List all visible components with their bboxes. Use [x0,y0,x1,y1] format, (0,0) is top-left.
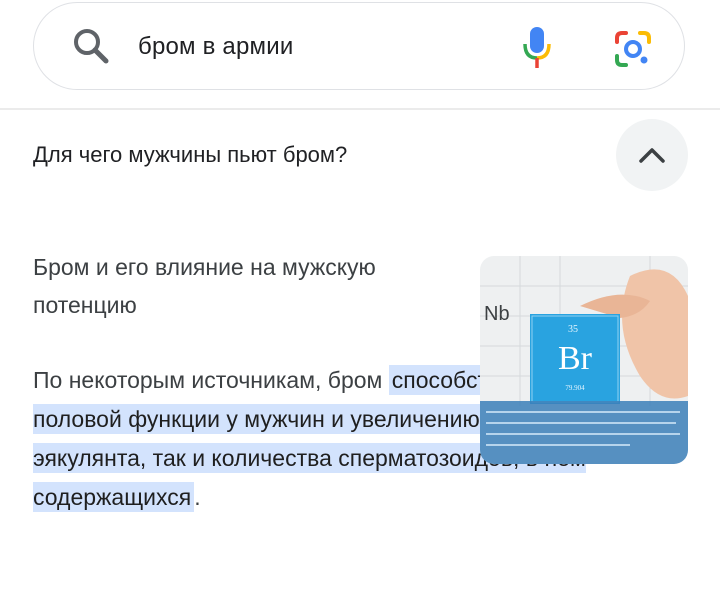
question-heading[interactable]: Для чего мужчины пьют бром? [33,142,347,168]
bromine-element-image: 35 Br 79.904 Nb [480,256,688,464]
answer-title: Бром и его влияние на мужскую потенцию [33,254,376,318]
chevron-up-icon [639,148,665,163]
corner-label: Nb [484,303,510,325]
answer-thumbnail[interactable]: 35 Br 79.904 Nb [480,256,688,464]
answer-end: . [194,484,201,510]
collapse-button[interactable] [616,119,688,191]
atomic-mass: 79.904 [565,384,585,392]
search-query[interactable]: бром в армии [138,33,293,61]
search-icon[interactable] [72,27,110,65]
atomic-number: 35 [568,324,578,335]
microphone-icon[interactable] [522,25,552,69]
google-lens-icon[interactable] [613,29,653,69]
answer-intro: По некоторым источникам, бром [33,367,389,393]
header-divider [0,108,720,110]
search-bar[interactable]: бром в армии [33,2,685,90]
element-symbol: Br [558,340,593,377]
